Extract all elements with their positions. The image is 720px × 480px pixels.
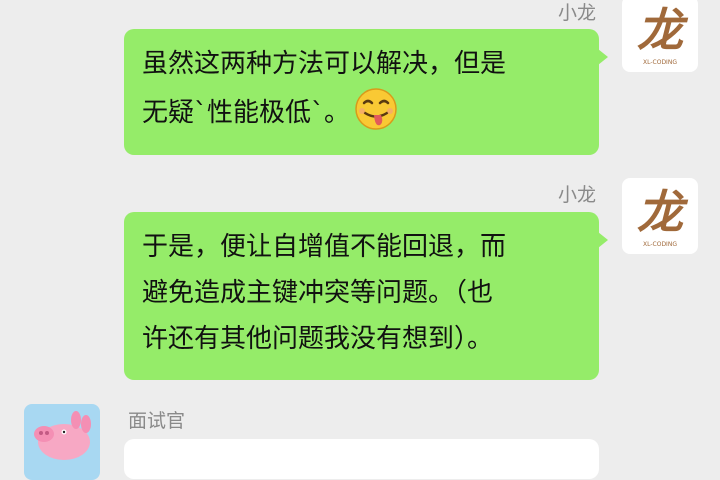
chat-bubble[interactable]: 虽然这两种方法可以解决，但是 无疑`性能极低`。: [124, 29, 608, 155]
dragon-logo-icon: 龙 XL-CODING: [637, 3, 689, 66]
sender-name: 小龙: [557, 184, 596, 206]
sender-avatar[interactable]: 龙 XL-CODING: [622, 0, 698, 72]
chat-bubble[interactable]: 于是，便让自增值不能回退，而 避免造成主键冲突等问题。（也 许还有其他问题我没有…: [124, 212, 608, 380]
svg-text:XL-CODING: XL-CODING: [643, 59, 677, 66]
sender-avatar[interactable]: [24, 404, 100, 480]
message-line: 许还有其他问题我没有想到）。: [142, 324, 494, 354]
dragon-logo-icon: 龙 XL-CODING: [637, 185, 689, 248]
message-line: 虽然这两种方法可以解决，但是: [142, 49, 507, 79]
sender-name: 小龙: [557, 2, 596, 24]
face-with-tongue-emoji-icon: [355, 88, 397, 130]
message-line: 无疑`性能极低`。: [142, 87, 599, 136]
chat-message-list[interactable]: 小龙 龙 XL-CODING 虽然这两种方法可以解决，但是 无疑`性能极低`。 …: [0, 0, 720, 480]
svg-text:龙: 龙: [637, 3, 689, 57]
peppa-pig-avatar-icon: [34, 411, 91, 460]
chat-bubble[interactable]: [124, 439, 599, 479]
svg-text:XL-CODING: XL-CODING: [643, 241, 677, 248]
svg-text:龙: 龙: [637, 185, 689, 239]
message-line: 避免造成主键冲突等问题。（也: [142, 278, 494, 308]
sender-name: 面试官: [128, 410, 186, 432]
sender-avatar[interactable]: 龙 XL-CODING: [622, 178, 698, 254]
message-line: 于是，便让自增值不能回退，而: [142, 232, 507, 262]
